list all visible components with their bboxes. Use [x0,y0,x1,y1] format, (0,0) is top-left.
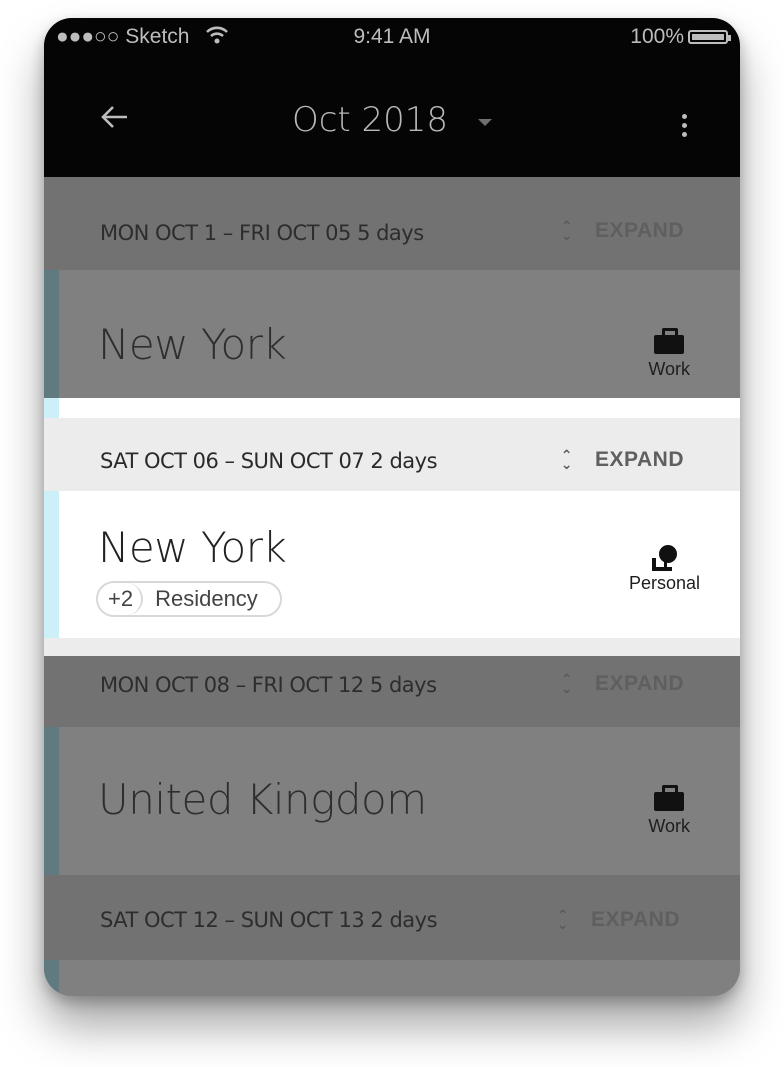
expand-button[interactable]: ⌃ ⌄ EXPAND [557,908,680,932]
more-options-icon[interactable] [682,114,688,140]
unfold-icon: ⌃ ⌄ [560,671,574,696]
battery-percent: 100% [630,25,684,48]
person-icon [649,543,679,571]
date-range: MON OCT 08 – FRI OCT 12 5 days [100,673,437,697]
status-bar: ●●●○○ Sketch 9:41 AM 100% [44,18,740,56]
battery-indicator: 100% [630,25,731,49]
trip-card-selected[interactable]: New York +2 Residency Personal [44,491,740,638]
card-stripe [44,727,59,875]
expand-button[interactable]: ⌃ ⌄ EXPAND [561,219,684,243]
date-range: SAT OCT 06 – SUN OCT 07 2 days [100,449,438,473]
divider [44,638,740,656]
unfold-icon: ⌃ ⌄ [560,218,574,243]
phone-frame: ●●●○○ Sketch 9:41 AM 100% Oct 2018 MON O… [44,18,740,996]
period-header: SAT OCT 12 – SUN OCT 13 2 days ⌃ ⌄ EXPAND [44,875,740,960]
trip-type-label: Work [648,816,690,836]
period-header: MON OCT 1 – FRI OCT 05 5 days ⌃ ⌄ EXPAND [44,177,740,270]
trip-location: New York [98,320,287,369]
unfold-icon: ⌃ ⌄ [556,907,570,932]
expand-label: EXPAND [595,448,684,471]
expand-label: EXPAND [595,219,684,242]
expand-label: EXPAND [591,908,680,931]
expand-button[interactable]: ⌃ ⌄ EXPAND [561,672,684,696]
trip-type-badge: Work [648,785,690,837]
trip-card[interactable]: New York Work [44,270,740,398]
expand-label: EXPAND [595,672,684,695]
stripe-continuation [44,398,740,418]
card-stripe [44,398,59,418]
date-range: SAT OCT 12 – SUN OCT 13 2 days [100,908,438,932]
card-stripe [44,491,59,638]
period-header-selected: SAT OCT 06 – SUN OCT 07 2 days ⌃ ⌄ EXPAND [44,418,740,491]
tag-chip[interactable]: +2 Residency [96,581,282,617]
month-selector[interactable]: Oct 2018 [44,100,740,140]
date-range: MON OCT 1 – FRI OCT 05 5 days [100,221,424,245]
app-bar: Oct 2018 [44,56,740,177]
card-stripe [44,270,59,398]
battery-icon [688,30,731,44]
trip-location: New York [98,523,287,572]
trip-type-label: Personal [628,573,700,593]
expand-button[interactable]: ⌃ ⌄ EXPAND [561,448,684,472]
page-title: Oct 2018 [291,100,449,140]
trip-type-badge: Personal [629,543,700,594]
trip-card[interactable]: United Kingdom Work [44,727,740,875]
chevron-down-icon [478,119,493,127]
trip-type-label: Work [648,359,690,379]
period-header: MON OCT 08 – FRI OCT 12 5 days ⌃ ⌄ EXPAND [44,656,740,727]
card-stripe [44,960,59,996]
tag-count: +2 [98,583,144,615]
trip-location: United Kingdom [98,775,427,824]
briefcase-icon [654,785,685,811]
trip-card[interactable] [44,960,740,996]
briefcase-icon [654,328,685,354]
unfold-icon: ⌃ ⌄ [560,447,574,472]
tag-label: Residency [155,586,258,611]
trip-type-badge: Work [648,328,690,380]
